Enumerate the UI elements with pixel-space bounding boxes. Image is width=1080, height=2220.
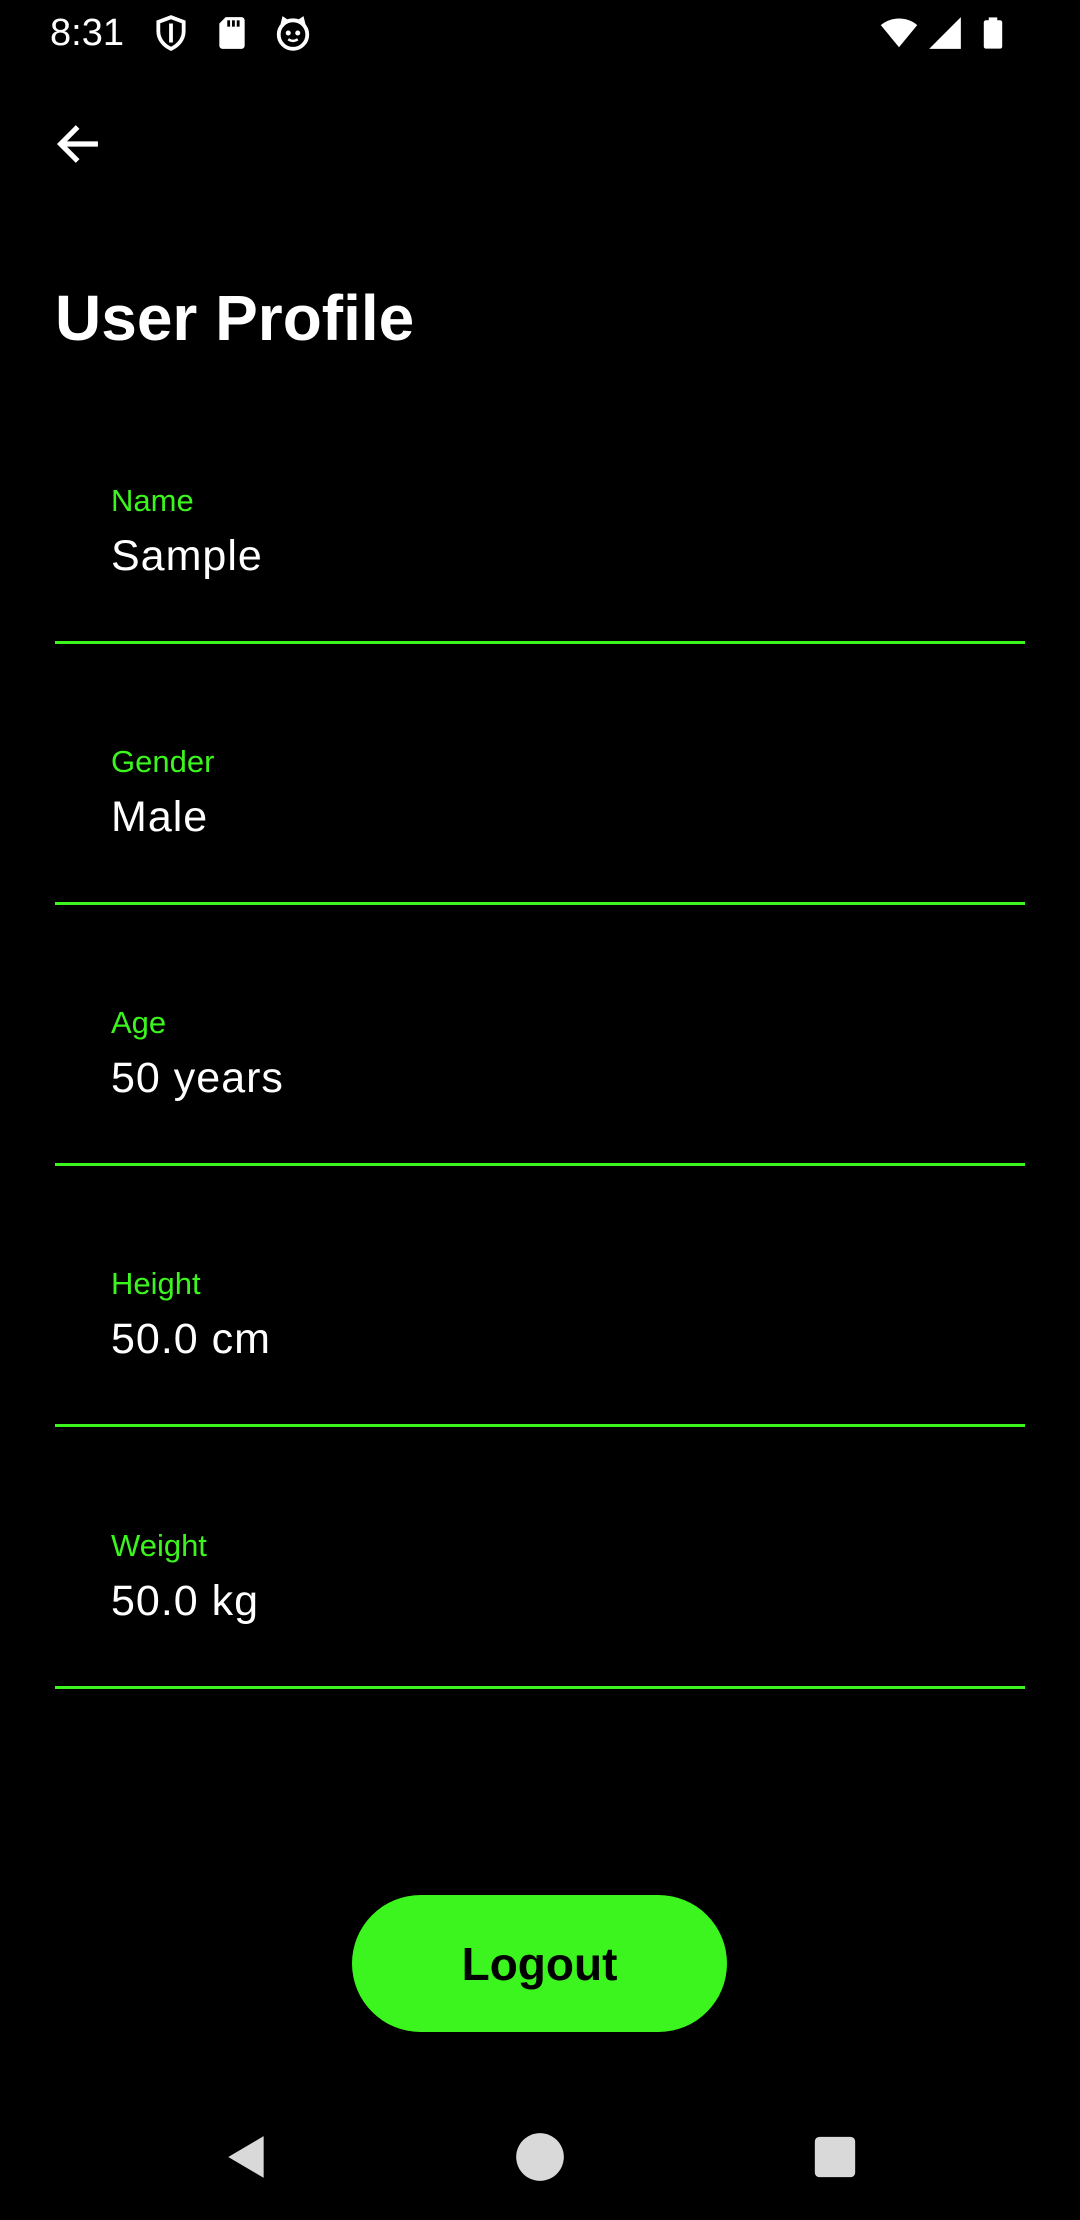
gender-field-value: Male [111,793,209,841]
shield-icon [152,14,190,52]
arrow-left-icon [56,125,98,163]
height-field-label: Height [111,1266,201,1301]
weight-field-label: Weight [111,1528,207,1563]
cell-signal-icon [926,14,964,52]
age-field-label: Age [111,1005,167,1040]
nav-back-button[interactable] [212,2122,282,2192]
wifi-icon [878,14,920,52]
cat-face-icon [274,14,312,52]
home-circle-icon [516,2133,564,2181]
page-title: User Profile [55,282,415,354]
battery-icon [976,14,1010,52]
logout-button[interactable]: Logout [352,1895,727,2032]
nav-recents-button[interactable] [800,2122,870,2192]
sd-card-icon [213,14,251,52]
status-bar: 8:31 [0,0,1080,66]
weight-field[interactable]: Weight 50.0 kg [55,1499,1025,1689]
logout-button-label: Logout [461,1937,618,1990]
name-field-label: Name [111,483,194,518]
recents-square-icon [814,2136,856,2178]
age-field[interactable]: Age 50 years [55,976,1025,1166]
gender-field[interactable]: Gender Male [55,715,1025,905]
height-field-value: 50.0 cm [111,1315,271,1363]
system-nav-bar [0,2100,1080,2220]
age-field-value: 50 years [111,1054,284,1102]
name-field-value: Sample [111,532,263,580]
name-field[interactable]: Name Sample [55,454,1025,644]
status-time: 8:31 [50,12,124,54]
gender-field-label: Gender [111,744,215,779]
nav-home-button[interactable] [505,2122,575,2192]
height-field[interactable]: Height 50.0 cm [55,1237,1025,1427]
back-button[interactable] [40,106,116,182]
weight-field-value: 50.0 kg [111,1577,260,1625]
back-triangle-icon [228,2136,264,2178]
